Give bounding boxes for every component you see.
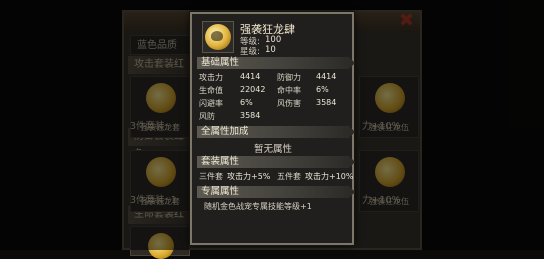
item-tooltip: 强袭狂龙肆 等级: 100 星级: 10 基础属性 攻击力 4414 防御力 4… — [190, 12, 355, 245]
tab-label: 蓝色品质 — [137, 40, 177, 51]
stat-value: 3584 — [316, 98, 337, 107]
set-bonus-text: 力+10% — [362, 195, 401, 206]
set-bonus-text: 3件套装: — [130, 121, 168, 132]
section-base-attributes: 基础属性 — [197, 57, 355, 69]
dragon-medal-icon — [375, 83, 405, 113]
set-bonus-value: 攻击力+5% — [227, 172, 271, 181]
stat-label: 防御力 — [277, 73, 301, 82]
stat-label: 闪避率 — [199, 99, 223, 108]
dragon-medal-icon — [375, 157, 405, 187]
section-exclusive-attributes: 专属属性 — [197, 186, 355, 198]
stat-value: 3584 — [240, 111, 261, 120]
dragon-medal-icon — [146, 157, 176, 187]
dragon-medal-icon — [146, 83, 176, 113]
stat-value: 4414 — [316, 72, 337, 81]
stat-label: 攻击力 — [199, 73, 223, 82]
section-global-bonus: 全属性加成 — [197, 126, 355, 138]
global-bonus-empty: 暂无属性 — [253, 144, 292, 155]
section-set-attributes: 套装属性 — [197, 156, 355, 168]
dragon-medal-icon — [148, 233, 174, 259]
stat-label: 命中率 — [277, 86, 301, 95]
set-bonus-text: 3件套装: 1 — [130, 195, 177, 206]
item-stars: 星级: 10 — [240, 45, 276, 57]
set-bonus-label: 五件套 — [277, 172, 301, 181]
set-bonus-label: 三件套 — [199, 172, 223, 181]
set-bonus-text: 力+10% — [362, 121, 401, 132]
stat-label: 风防 — [199, 112, 215, 121]
close-icon[interactable]: ✖ — [399, 11, 414, 31]
stat-value: 4414 — [240, 72, 261, 81]
stat-value: 6% — [240, 98, 253, 107]
item-icon — [202, 21, 234, 53]
stat-label: 风伤害 — [277, 99, 301, 108]
equipment-slot[interactable] — [130, 226, 190, 259]
stat-label: 生命值 — [199, 86, 223, 95]
section-attack-set: 攻击套装红色 — [128, 56, 190, 88]
set-bonus-value: 攻击力+10% — [305, 172, 354, 181]
stat-value: 22042 — [240, 85, 266, 94]
stat-value: 6% — [316, 85, 329, 94]
tab-blue-quality[interactable]: 蓝色品质 — [130, 35, 190, 55]
exclusive-attribute-text: 随机金色战宠专属技能等级+1 — [204, 202, 312, 211]
dragon-face-icon — [211, 31, 223, 41]
